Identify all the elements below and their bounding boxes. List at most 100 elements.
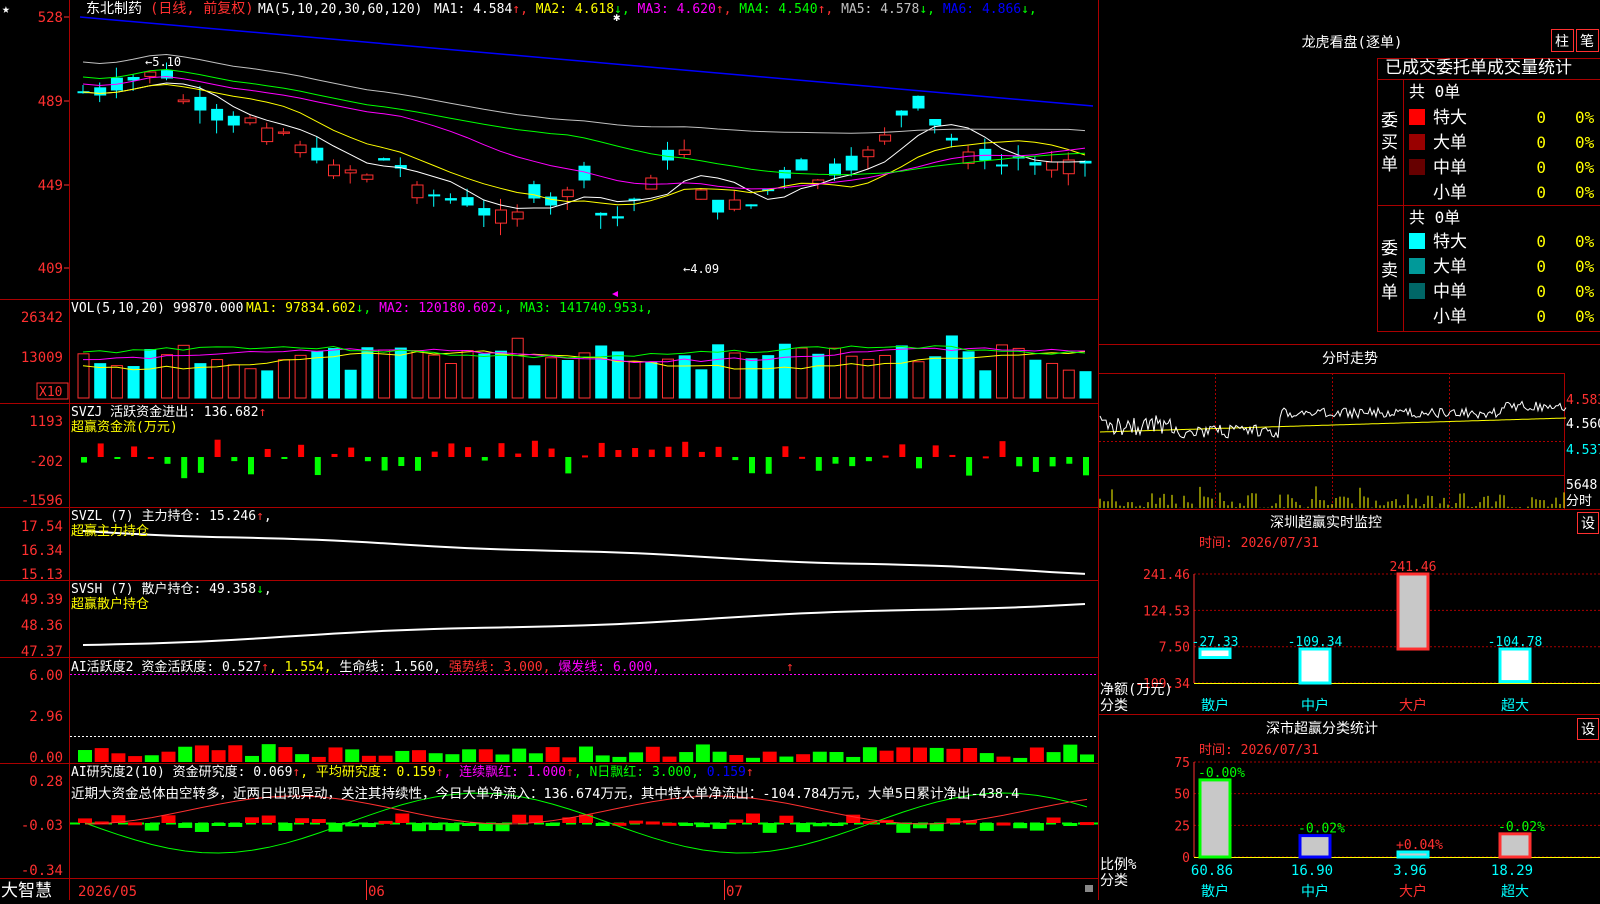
ai-active-bar	[629, 752, 644, 762]
price-tick: 489	[38, 94, 63, 110]
lhb-tabs[interactable]: 已成交委托单成交量统计	[1385, 58, 1572, 78]
volume-bar	[879, 354, 892, 399]
ai-active-bar	[311, 756, 326, 762]
svzj-bar	[364, 457, 371, 462]
ai-research-part: ↑	[436, 765, 444, 780]
ai-active-bar	[612, 756, 627, 762]
volume-bar	[712, 344, 725, 399]
svzj-bar	[899, 444, 906, 457]
row-pct: 0%	[1575, 257, 1595, 276]
stat-tick: 0	[1182, 851, 1190, 866]
price-candles	[77, 62, 1092, 236]
stat-settings-label: 设	[1581, 722, 1595, 738]
research-bar	[428, 823, 443, 831]
svzj-bar	[415, 457, 421, 471]
research-bar	[1080, 822, 1094, 826]
ai-research-label: AI研究度2(10) 资金研究度: 0.069↑, 平均研究度: 0.159↑,…	[71, 764, 754, 780]
buy-side-char: 委	[1381, 111, 1398, 131]
ai-active-bar	[579, 746, 593, 762]
row-pct: 0%	[1575, 232, 1595, 251]
research-bar	[512, 814, 527, 823]
research-bar	[445, 823, 460, 832]
svzj-bar	[1016, 457, 1023, 467]
ai-research-part: , N日飘红: 3.000,	[574, 764, 699, 780]
research-y-axis: 0.28 -0.03 -0.34	[21, 774, 63, 879]
stat-caption: 比例%	[1100, 857, 1137, 873]
volume-bar	[194, 363, 207, 399]
svzj-bar	[882, 455, 889, 458]
row-pct: 0%	[1575, 158, 1595, 177]
ai-tick: 2.96	[29, 709, 63, 725]
ai-active-bar	[111, 753, 126, 762]
ai-active-bar	[829, 751, 844, 762]
ai-active-bar	[896, 747, 911, 762]
row-pct: 0%	[1575, 307, 1595, 326]
fenshi-tick: 4.583	[1566, 393, 1600, 408]
research-bar	[645, 821, 660, 825]
svzj-bar	[398, 457, 405, 467]
star-icon: ★	[2, 2, 10, 17]
x-label: 2026/05	[78, 884, 137, 900]
candle	[996, 164, 1008, 167]
ma-value-2: MA2: 4.618	[536, 2, 614, 17]
svzj-bar	[682, 441, 689, 457]
svzj-bar	[531, 440, 538, 457]
volume-bar	[478, 353, 491, 399]
price-ticks	[64, 16, 69, 269]
ai-active-part: ↑	[261, 660, 269, 675]
volume-bar	[778, 343, 791, 399]
candle	[495, 209, 507, 224]
research-bar	[1046, 817, 1061, 823]
volume-bar	[912, 361, 925, 399]
monitor-chart: 241.46124.537.50-109.34-27.33散户-109.34中户…	[1135, 560, 1600, 714]
candle	[511, 211, 524, 220]
ai-active-part: 爆发线: 6.000,	[550, 659, 659, 675]
stock-name[interactable]: 东北制药	[86, 1, 142, 17]
ai-active-part: 资金活跃度: 0.527	[141, 659, 261, 675]
research-bar	[462, 823, 477, 826]
terminal-canvas[interactable]: ★ 东北制药 (日线, 前复权) MA(5,10,20,30,60,120) M…	[0, 0, 1600, 901]
stat-value-label: 60.86	[1191, 863, 1233, 879]
ai-active-bar	[428, 753, 443, 762]
monitor-bar-label: -27.33	[1192, 635, 1239, 650]
volume-bar	[161, 354, 173, 399]
research-bar	[829, 823, 844, 826]
svzj-bar	[966, 457, 973, 476]
volume-bar	[745, 358, 758, 399]
svzj-bar	[381, 457, 388, 471]
lock-icon[interactable]	[1085, 885, 1093, 892]
svsh-line	[82, 603, 1086, 646]
legend-swatch	[1409, 283, 1425, 299]
research-bar	[228, 823, 243, 827]
svzj-bar	[298, 444, 305, 457]
volume-bar	[94, 363, 107, 399]
research-bar	[478, 823, 493, 831]
fenshi-vol-tick: 5648	[1566, 478, 1597, 493]
vol-tick: 13009	[21, 350, 63, 366]
vol-tick: 26342	[21, 310, 63, 326]
research-bar	[712, 823, 727, 829]
legend-swatch	[1409, 184, 1425, 200]
research-bar	[595, 823, 610, 826]
research-bar	[178, 823, 193, 828]
ai-research-part: , 连续飘红: 1.000	[444, 764, 566, 780]
row-pct: 0%	[1575, 183, 1595, 202]
vol-unit: X10	[39, 385, 62, 400]
svzl-tick: 15.13	[21, 567, 63, 583]
candle	[211, 108, 224, 121]
research-bar	[395, 813, 410, 823]
volume-bar	[979, 370, 992, 399]
ai-tick: 6.00	[29, 668, 63, 684]
monitor-title: 深圳超赢实时监控	[1270, 514, 1382, 531]
ai-active-bar	[595, 755, 610, 762]
fenshi-tick: 4.537	[1566, 443, 1600, 458]
sell-total: 共 0单	[1409, 208, 1460, 227]
ai-active-title: AI活跃度2	[71, 659, 141, 675]
scroll-marker-icon[interactable]	[612, 291, 618, 297]
research-bar	[1013, 823, 1028, 829]
stat-bar	[1498, 832, 1532, 859]
candle	[344, 169, 357, 174]
candle	[177, 99, 190, 103]
buy-side-char: 买	[1381, 133, 1398, 153]
svsh-label: SVSH (7) 散户持仓: 49.358↓,	[71, 581, 272, 597]
